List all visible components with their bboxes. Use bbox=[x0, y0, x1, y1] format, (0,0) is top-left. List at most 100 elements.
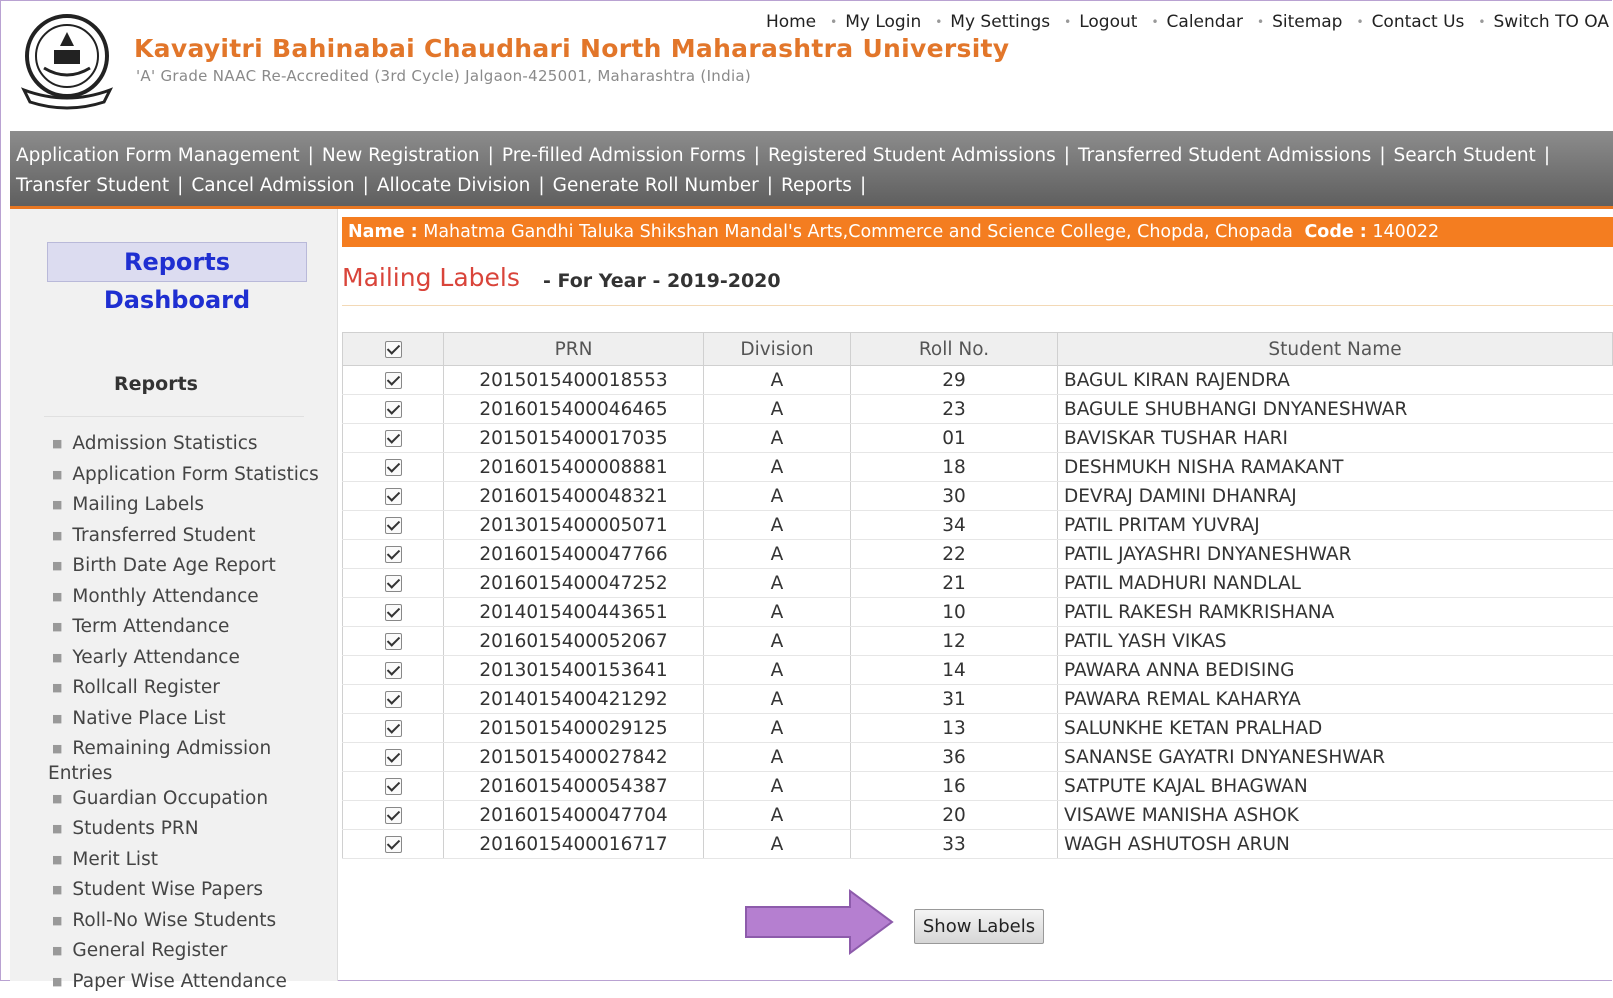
roll-cell: 01 bbox=[851, 424, 1058, 453]
nav-transfer-student[interactable]: Transfer Student bbox=[16, 175, 169, 196]
divider bbox=[342, 305, 1613, 306]
sidebar-item-native-place-list[interactable]: ■Native Place List bbox=[52, 705, 332, 736]
select-all-checkbox[interactable] bbox=[385, 341, 402, 358]
show-labels-button[interactable]: Show Labels bbox=[914, 909, 1044, 944]
nav-search-student[interactable]: Search Student bbox=[1394, 145, 1536, 166]
row-checkbox[interactable] bbox=[385, 604, 402, 621]
college-code-label: Code : bbox=[1304, 222, 1366, 242]
prn-cell: 2016015400047766 bbox=[444, 540, 704, 569]
prn-cell: 2015015400027842 bbox=[444, 743, 704, 772]
name-cell: BAGUL KIRAN RAJENDRA bbox=[1058, 366, 1613, 395]
nav-prefilled-admission-forms[interactable]: Pre-filled Admission Forms bbox=[502, 145, 746, 166]
sidebar-item-roll-no-wise-students[interactable]: ■Roll-No Wise Students bbox=[52, 907, 332, 938]
row-checkbox[interactable] bbox=[385, 459, 402, 476]
roll-cell: 12 bbox=[851, 627, 1058, 656]
table-row: 2016015400048321A30DEVRAJ DAMINI DHANRAJ bbox=[343, 482, 1613, 511]
sidebar-item-mailing-labels[interactable]: ■Mailing Labels bbox=[52, 491, 332, 522]
nav-separator: | bbox=[538, 175, 544, 196]
bullet-icon: ■ bbox=[52, 792, 62, 805]
sidebar-item-students-prn[interactable]: ■Students PRN bbox=[52, 815, 332, 846]
sidebar-item-student-wise-papers[interactable]: ■Student Wise Papers bbox=[52, 876, 332, 907]
prn-cell: 2016015400008881 bbox=[444, 453, 704, 482]
division-cell: A bbox=[704, 830, 851, 859]
sidebar-item-general-register[interactable]: ■General Register bbox=[52, 937, 332, 968]
name-cell: PATIL PRITAM YUVRAJ bbox=[1058, 511, 1613, 540]
bullet-icon: ■ bbox=[52, 914, 62, 927]
name-cell: PAWARA ANNA BEDISING bbox=[1058, 656, 1613, 685]
top-link-sitemap[interactable]: Sitemap bbox=[1272, 12, 1342, 32]
top-link-my-settings[interactable]: My Settings bbox=[950, 12, 1050, 32]
row-checkbox[interactable] bbox=[385, 749, 402, 766]
row-checkbox[interactable] bbox=[385, 430, 402, 447]
roll-cell: 18 bbox=[851, 453, 1058, 482]
sidebar-item-application-form-statistics[interactable]: ■Application Form Statistics bbox=[52, 461, 332, 492]
sidebar-item-paper-wise-attendance[interactable]: ■Paper Wise Attendance bbox=[52, 968, 332, 998]
reports-dashboard-button[interactable]: Reports Dashboard bbox=[47, 242, 307, 282]
top-link-contact-us[interactable]: Contact Us bbox=[1372, 12, 1465, 32]
sidebar-item-transferred-student[interactable]: ■Transferred Student bbox=[52, 522, 332, 553]
top-link-calendar[interactable]: Calendar bbox=[1167, 12, 1243, 32]
sidebar-item-remaining-admission-entries[interactable]: ■Remaining AdmissionEntries bbox=[52, 735, 332, 785]
nav-cancel-admission[interactable]: Cancel Admission bbox=[191, 175, 354, 196]
college-name-label: Name : bbox=[348, 222, 418, 242]
sidebar-item-term-attendance[interactable]: ■Term Attendance bbox=[52, 613, 332, 644]
sidebar-item-monthly-attendance[interactable]: ■Monthly Attendance bbox=[52, 583, 332, 614]
row-select-cell bbox=[343, 511, 444, 540]
row-checkbox[interactable] bbox=[385, 633, 402, 650]
name-cell: SALUNKHE KETAN PRALHAD bbox=[1058, 714, 1613, 743]
row-select-cell bbox=[343, 424, 444, 453]
row-checkbox[interactable] bbox=[385, 488, 402, 505]
sidebar-item-admission-statistics[interactable]: ■Admission Statistics bbox=[52, 430, 332, 461]
division-cell: A bbox=[704, 743, 851, 772]
row-checkbox[interactable] bbox=[385, 720, 402, 737]
top-link-logout[interactable]: Logout bbox=[1079, 12, 1137, 32]
nav-new-registration[interactable]: New Registration bbox=[322, 145, 480, 166]
bullet-icon: ■ bbox=[52, 822, 62, 835]
sidebar-item-rollcall-register[interactable]: ■Rollcall Register bbox=[52, 674, 332, 705]
name-cell: PATIL MADHURI NANDLAL bbox=[1058, 569, 1613, 598]
row-select-cell bbox=[343, 685, 444, 714]
sidebar-item-merit-list[interactable]: ■Merit List bbox=[52, 846, 332, 877]
row-checkbox[interactable] bbox=[385, 691, 402, 708]
nav-separator: | bbox=[1544, 145, 1550, 166]
roll-cell: 23 bbox=[851, 395, 1058, 424]
top-link-home[interactable]: Home bbox=[766, 12, 816, 32]
nav-row-2: Transfer Student|Cancel Admission|Alloca… bbox=[16, 175, 874, 196]
row-checkbox[interactable] bbox=[385, 662, 402, 679]
division-cell: A bbox=[704, 569, 851, 598]
students-table-container: PRN Division Roll No. Student Name 20150… bbox=[342, 332, 1613, 859]
table-row: 2016015400054387A16SATPUTE KAJAL BHAGWAN bbox=[343, 772, 1613, 801]
nav-application-form-management[interactable]: Application Form Management bbox=[16, 145, 300, 166]
row-checkbox[interactable] bbox=[385, 807, 402, 824]
divider bbox=[44, 416, 304, 417]
bullet-icon: ■ bbox=[52, 498, 62, 511]
top-link-switch-to-oa[interactable]: Switch TO OA bbox=[1494, 12, 1610, 32]
table-row: 2015015400027842A36SANANSE GAYATRI DNYAN… bbox=[343, 743, 1613, 772]
bullet-icon: ■ bbox=[52, 944, 62, 957]
nav-registered-student-admissions[interactable]: Registered Student Admissions bbox=[768, 145, 1056, 166]
row-checkbox[interactable] bbox=[385, 836, 402, 853]
name-cell: PAWARA REMAL KAHARYA bbox=[1058, 685, 1613, 714]
row-checkbox[interactable] bbox=[385, 372, 402, 389]
sidebar-item-yearly-attendance[interactable]: ■Yearly Attendance bbox=[52, 644, 332, 675]
nav-generate-roll-number[interactable]: Generate Roll Number bbox=[553, 175, 759, 196]
row-checkbox[interactable] bbox=[385, 517, 402, 534]
division-cell: A bbox=[704, 685, 851, 714]
nav-allocate-division[interactable]: Allocate Division bbox=[377, 175, 531, 196]
nav-separator: | bbox=[488, 145, 494, 166]
column-header-roll-no: Roll No. bbox=[851, 333, 1058, 366]
sidebar-item-guardian-occupation[interactable]: ■Guardian Occupation bbox=[52, 785, 332, 816]
top-link-my-login[interactable]: My Login bbox=[845, 12, 921, 32]
nav-transferred-student-admissions[interactable]: Transferred Student Admissions bbox=[1078, 145, 1371, 166]
sidebar-item-birth-date-age-report[interactable]: ■Birth Date Age Report bbox=[52, 552, 332, 583]
bullet-icon: ■ bbox=[52, 742, 62, 755]
reports-sidebar: Reports Dashboard Reports ■Admission Sta… bbox=[10, 209, 338, 981]
college-info-bar: Name : Mahatma Gandhi Taluka Shikshan Ma… bbox=[342, 217, 1613, 247]
bullet-icon: ■ bbox=[52, 437, 62, 450]
division-cell: A bbox=[704, 511, 851, 540]
row-checkbox[interactable] bbox=[385, 546, 402, 563]
row-checkbox[interactable] bbox=[385, 401, 402, 418]
row-checkbox[interactable] bbox=[385, 575, 402, 592]
row-checkbox[interactable] bbox=[385, 778, 402, 795]
nav-reports[interactable]: Reports bbox=[781, 175, 852, 196]
